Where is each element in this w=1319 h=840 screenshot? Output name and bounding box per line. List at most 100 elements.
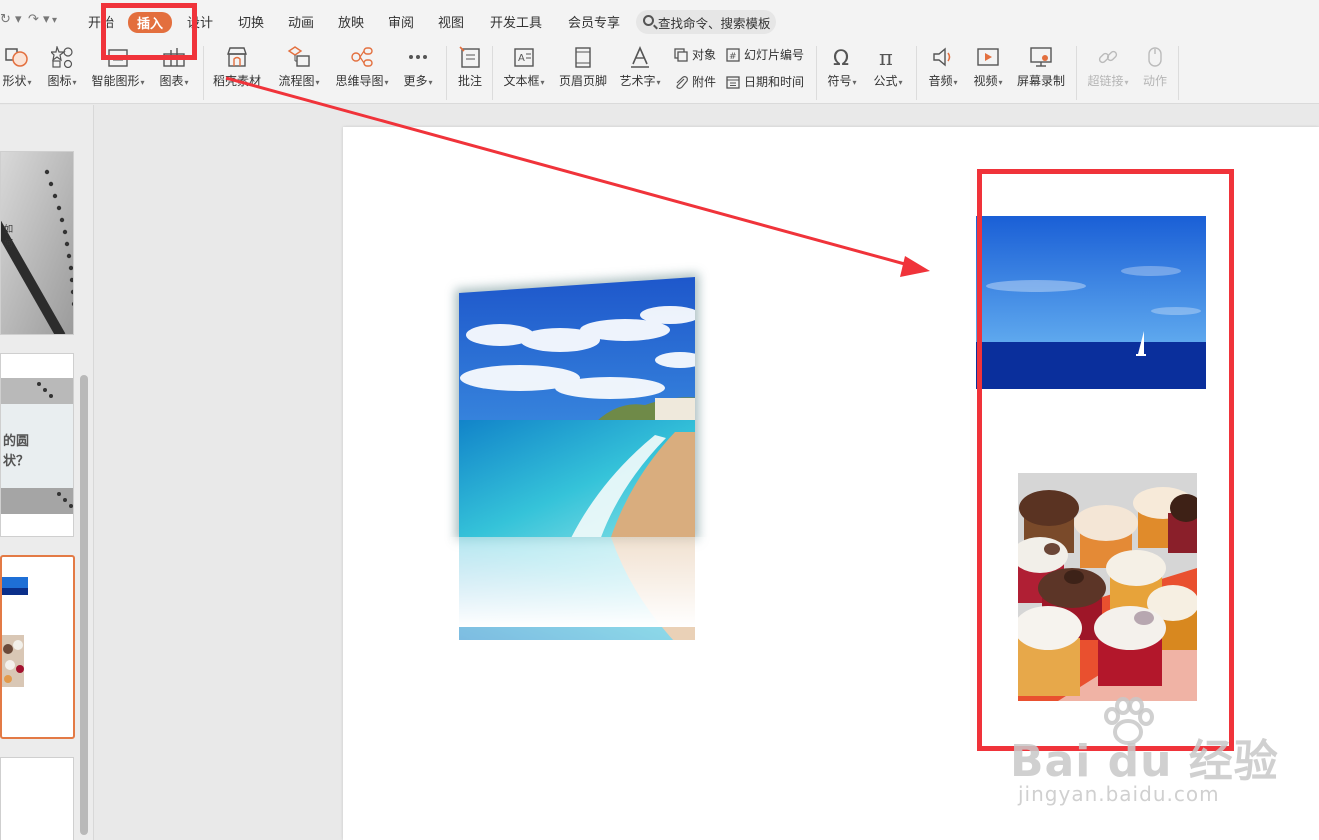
hyperlink-button[interactable]: 超链接▾ [1084,46,1132,89]
speaker-icon [933,47,951,67]
beach-picture[interactable] [440,260,720,640]
ribbon-separator [1178,46,1179,100]
more-icon [409,55,427,59]
panel-scrollbar[interactable] [80,375,88,835]
formula-button[interactable]: π 公式▾ [868,46,908,89]
action-button[interactable]: 动作 [1138,46,1172,89]
shape-icon [5,48,28,67]
hyperlink-label: 超链接 [1087,74,1124,88]
store-icon [227,47,247,67]
comment-button[interactable]: 批注 [454,46,486,89]
slide-thumbnail-1[interactable]: 如 何 [0,151,74,335]
header-footer-button[interactable]: 页眉页脚 [556,46,610,89]
more-button[interactable]: 更多▾ [400,46,436,89]
wordart-label: 艺术字 [619,74,656,88]
object-label: 对象 [692,48,717,62]
audio-label: 音频 [928,74,953,88]
paperclip-icon [676,75,688,89]
comment-label: 批注 [457,74,482,88]
slide-thumbnail-panel: 如 何 的圆 状？ [0,105,94,840]
mindmap-icon [351,47,373,67]
search-placeholder: 查找命令、搜索模板 [658,16,771,31]
customize-icon[interactable]: ▾ [52,15,57,26]
slide-number-icon: # [726,47,740,62]
menu-bar: ↻ ▾ ↷ ▾ ▾ 开始 插入 设计 切换 动画 放映 审阅 视图 开发工具 会… [0,0,1319,42]
mouse-icon [1148,47,1162,67]
screen-record-icon [1030,47,1052,67]
chart-label: 图表 [159,74,184,88]
object-button[interactable]: 对象 [674,46,716,63]
tab-transition[interactable]: 切换 [238,12,264,31]
slide-3-preview [2,577,28,687]
tab-developer[interactable]: 开发工具 [490,12,542,31]
shape-button[interactable]: 形状▾ [0,46,34,89]
command-search-input[interactable]: 查找命令、搜索模板 [636,10,776,34]
screen-record-button[interactable]: 屏幕录制 [1014,46,1068,89]
textbox-icon: A [514,48,534,67]
textbox-button[interactable]: A 文本框▾ [500,46,548,89]
slide-number-button[interactable]: # 幻灯片编号 [726,46,804,63]
attachment-label: 附件 [692,75,717,89]
tab-animation[interactable]: 动画 [288,12,314,31]
pictures-highlight-box [977,169,1234,751]
thumb1-text-line2: 何 [4,239,14,249]
video-label: 视频 [973,74,998,88]
datetime-button[interactable]: 日期和时间 [726,73,804,90]
symbol-button[interactable]: Ω 符号▾ [824,46,860,89]
header-footer-label: 页眉页脚 [558,74,607,88]
comment-icon [459,46,480,68]
ribbon-separator [816,46,817,100]
tab-member[interactable]: 会员专享 [568,12,620,31]
slide-thumbnail-4[interactable] [0,757,74,840]
textbox-label: 文本框 [503,74,540,88]
thumb2-text-line1: 的圆 [3,434,30,449]
flowchart-icon [287,46,310,67]
ribbon-separator [203,46,204,100]
screen-record-label: 屏幕录制 [1016,74,1065,88]
pi-icon: π [879,46,893,68]
flowchart-label: 流程图 [278,74,315,88]
mindmap-button[interactable]: 思维导图▾ [332,46,392,89]
shape-label: 形状 [2,74,27,88]
thumb1-text-line1: 如 [4,225,14,235]
icon-button[interactable]: 图标▾ [42,46,82,89]
audio-button[interactable]: 音频▾ [924,46,962,89]
datetime-label: 日期和时间 [744,75,805,89]
wordart-icon [631,46,649,68]
material-label: 稻壳素材 [212,74,261,88]
smartart-label: 智能图形 [91,74,140,88]
symbol-label: 符号 [827,74,852,88]
material-button[interactable]: 稻壳素材 [210,46,264,89]
ribbon-separator [492,46,493,100]
video-icon [977,48,999,66]
ribbon-separator [916,46,917,100]
tab-review[interactable]: 审阅 [388,12,414,31]
redo-icon[interactable]: ↻ ▾ [0,12,22,27]
ribbon-separator [1076,46,1077,100]
search-icon [643,15,654,26]
attachment-button[interactable]: 附件 [674,73,716,90]
undo-icon[interactable]: ↷ ▾ [28,12,50,27]
svg-text:π: π [879,46,893,68]
omega-icon: Ω [833,46,849,68]
tab-slideshow[interactable]: 放映 [338,12,364,31]
wordart-button[interactable]: 艺术字▾ [616,46,664,89]
formula-label: 公式 [873,74,898,88]
svg-text:Ω: Ω [833,46,849,68]
flowchart-button[interactable]: 流程图▾ [274,46,324,89]
tab-view[interactable]: 视图 [438,12,464,31]
svg-text:#: # [729,52,737,62]
slide-number-label: 幻灯片编号 [744,48,805,62]
calendar-icon [726,75,740,89]
more-label: 更多 [403,74,428,88]
mindmap-label: 思维导图 [335,74,384,88]
slide-thumbnail-3[interactable] [0,555,75,739]
action-label: 动作 [1142,74,1167,88]
thumb2-text-line2: 状？ [3,454,30,469]
video-button[interactable]: 视频▾ [968,46,1008,89]
baidu-url-watermark: jingyan.baidu.com [1018,782,1220,806]
insert-ribbon: 形状▾ 图标▾ 智能图形▾ 图表▾ 稻壳素材 流程图▾ 思维导图▾ 更多▾ 批注… [0,42,1319,104]
header-footer-icon [575,47,591,68]
icon-label: 图标 [47,74,72,88]
slide-thumbnail-2[interactable]: 的圆 状？ [0,353,74,537]
